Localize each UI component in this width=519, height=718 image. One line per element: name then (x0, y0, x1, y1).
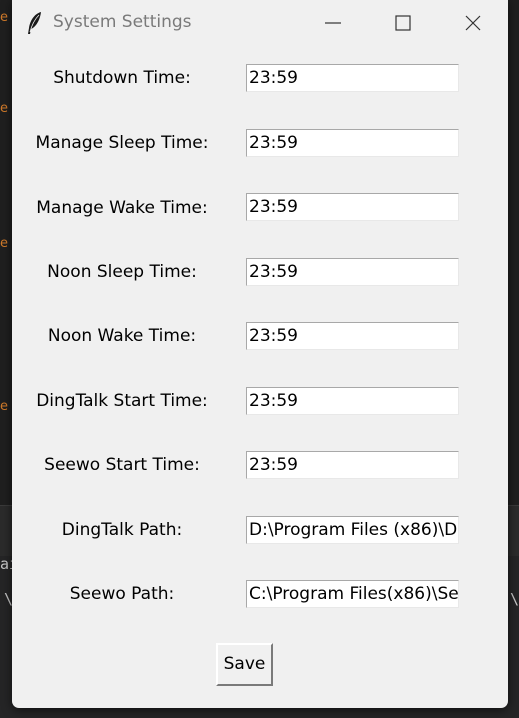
noon-wake-time-input[interactable]: 23:59 (246, 322, 459, 350)
noon-sleep-time-input[interactable]: 23:59 (246, 258, 459, 286)
feather-icon (26, 11, 44, 35)
seewo-start-time-label: Seewo Start Time: (44, 455, 200, 475)
save-button[interactable]: Save (216, 643, 273, 686)
title-bar[interactable]: System Settings (12, 0, 508, 46)
background-mark: e (0, 101, 8, 116)
dingtalk-path-input[interactable]: D:\Program Files (x86)\D (246, 516, 459, 544)
window-title: System Settings (53, 12, 192, 32)
background-mark: e (0, 10, 8, 25)
dingtalk-start-time-input[interactable]: 23:59 (246, 387, 459, 415)
dingtalk-path-label: DingTalk Path: (61, 520, 183, 540)
seewo-path-input[interactable]: C:\Program Files(x86)\Se (246, 580, 459, 608)
maximize-button[interactable] (368, 0, 438, 46)
seewo-path-label: Seewo Path: (69, 584, 175, 604)
close-button[interactable] (438, 0, 508, 46)
noon-wake-time-label: Noon Wake Time: (47, 326, 197, 346)
noon-sleep-time-label: Noon Sleep Time: (47, 262, 197, 282)
settings-window: System Settings Shutdown Time: 23:59 Man… (12, 0, 508, 708)
background-mark: e (0, 399, 8, 414)
shutdown-time-label: Shutdown Time: (53, 68, 191, 88)
dingtalk-start-time-label: DingTalk Start Time: (36, 391, 208, 411)
manage-wake-time-label: Manage Wake Time: (36, 198, 208, 218)
manage-wake-time-input[interactable]: 23:59 (246, 193, 459, 221)
seewo-start-time-input[interactable]: 23:59 (246, 451, 459, 479)
minimize-button[interactable] (298, 0, 368, 46)
background-mark: e (0, 236, 8, 251)
manage-sleep-time-input[interactable]: 23:59 (246, 129, 459, 157)
maximize-icon (395, 15, 411, 31)
shutdown-time-input[interactable]: 23:59 (246, 64, 459, 92)
close-icon (465, 15, 481, 31)
minimize-icon (325, 22, 341, 24)
manage-sleep-time-label: Manage Sleep Time: (35, 133, 209, 153)
background-text: \ (510, 590, 519, 608)
